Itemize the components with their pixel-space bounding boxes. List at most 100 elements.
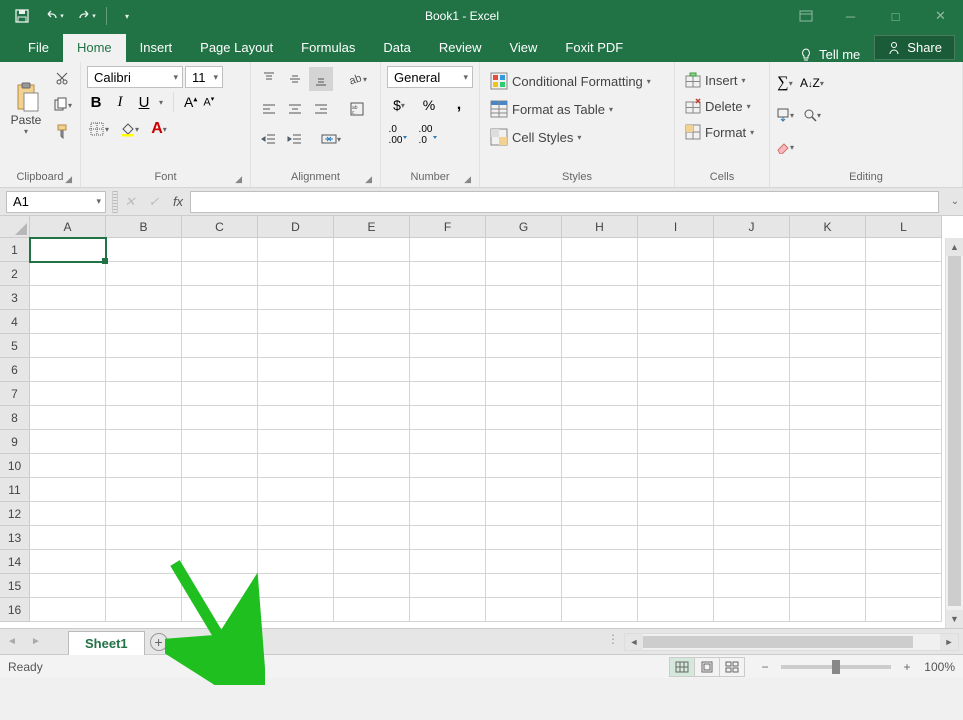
cell-I12[interactable] (638, 502, 714, 526)
cell-C11[interactable] (182, 478, 258, 502)
row-header-16[interactable]: 16 (0, 598, 30, 622)
cell-C16[interactable] (182, 598, 258, 622)
cell-H6[interactable] (562, 358, 638, 382)
cell-G16[interactable] (486, 598, 562, 622)
comma-format-button[interactable]: , (447, 93, 471, 117)
cell-A12[interactable] (30, 502, 106, 526)
delete-cells-button[interactable]: Delete▾ (681, 96, 763, 116)
decrease-decimal-button[interactable]: .00.0 (417, 123, 441, 147)
cell-F6[interactable] (410, 358, 486, 382)
column-header-L[interactable]: L (866, 216, 942, 238)
cell-F9[interactable] (410, 430, 486, 454)
clipboard-launcher[interactable]: ◢ (65, 171, 72, 187)
font-color-button[interactable]: A▾ (147, 117, 171, 141)
cell-L4[interactable] (866, 310, 942, 334)
cell-C10[interactable] (182, 454, 258, 478)
grow-font-button[interactable]: A▴ (184, 94, 197, 110)
vertical-scroll-thumb[interactable] (948, 256, 961, 606)
increase-decimal-button[interactable]: .0.00 (387, 123, 411, 147)
accounting-format-button[interactable]: $▾ (387, 93, 411, 117)
row-header-12[interactable]: 12 (0, 502, 30, 526)
clear-button[interactable]: ▾ (776, 135, 794, 159)
insert-cells-button[interactable]: Insert▾ (681, 70, 763, 90)
conditional-formatting-button[interactable]: Conditional Formatting▾ (486, 70, 668, 92)
cell-H16[interactable] (562, 598, 638, 622)
cell-F10[interactable] (410, 454, 486, 478)
cell-E13[interactable] (334, 526, 410, 550)
cell-G12[interactable] (486, 502, 562, 526)
number-launcher[interactable]: ◢ (464, 171, 471, 187)
cell-I6[interactable] (638, 358, 714, 382)
cell-D11[interactable] (258, 478, 334, 502)
tab-view[interactable]: View (495, 34, 551, 62)
column-header-H[interactable]: H (562, 216, 638, 238)
row-header-7[interactable]: 7 (0, 382, 30, 406)
sheet-nav-prev[interactable]: ◄ (0, 630, 24, 654)
cell-D13[interactable] (258, 526, 334, 550)
font-size-combo[interactable]: 11 (185, 66, 223, 88)
format-cells-button[interactable]: Format▾ (681, 122, 763, 142)
cell-K12[interactable] (790, 502, 866, 526)
scroll-down-button[interactable]: ▼ (946, 610, 963, 628)
row-header-9[interactable]: 9 (0, 430, 30, 454)
bold-button[interactable]: B (87, 94, 105, 111)
cell-L14[interactable] (866, 550, 942, 574)
copy-button[interactable]: ▾ (50, 93, 74, 117)
row-header-6[interactable]: 6 (0, 358, 30, 382)
format-as-table-button[interactable]: Format as Table▾ (486, 98, 668, 120)
tab-formulas[interactable]: Formulas (287, 34, 369, 62)
cell-D15[interactable] (258, 574, 334, 598)
cell-H2[interactable] (562, 262, 638, 286)
cell-E5[interactable] (334, 334, 410, 358)
cell-K10[interactable] (790, 454, 866, 478)
scroll-up-button[interactable]: ▲ (946, 238, 963, 256)
tab-file[interactable]: File (14, 34, 63, 62)
cell-I16[interactable] (638, 598, 714, 622)
cell-K11[interactable] (790, 478, 866, 502)
cell-E1[interactable] (334, 238, 410, 262)
borders-button[interactable]: ▾ (87, 117, 111, 141)
format-painter-button[interactable] (50, 119, 74, 143)
tell-me-search[interactable]: Tell me (785, 47, 874, 62)
close-button[interactable]: ✕ (918, 0, 963, 32)
cell-G13[interactable] (486, 526, 562, 550)
cell-A9[interactable] (30, 430, 106, 454)
cell-I3[interactable] (638, 286, 714, 310)
cell-L15[interactable] (866, 574, 942, 598)
row-header-8[interactable]: 8 (0, 406, 30, 430)
cell-L7[interactable] (866, 382, 942, 406)
row-header-13[interactable]: 13 (0, 526, 30, 550)
column-header-A[interactable]: A (30, 216, 106, 238)
cell-H1[interactable] (562, 238, 638, 262)
cell-D12[interactable] (258, 502, 334, 526)
cell-K15[interactable] (790, 574, 866, 598)
percent-format-button[interactable]: % (417, 93, 441, 117)
cell-G1[interactable] (486, 238, 562, 262)
cell-I2[interactable] (638, 262, 714, 286)
find-select-button[interactable]: ▾ (800, 103, 824, 127)
cell-J8[interactable] (714, 406, 790, 430)
column-header-D[interactable]: D (258, 216, 334, 238)
cell-E9[interactable] (334, 430, 410, 454)
cell-E15[interactable] (334, 574, 410, 598)
cell-C15[interactable] (182, 574, 258, 598)
cell-E6[interactable] (334, 358, 410, 382)
align-top-button[interactable] (257, 67, 281, 91)
page-break-view-button[interactable] (719, 657, 745, 677)
cell-E14[interactable] (334, 550, 410, 574)
formula-bar-expand[interactable]: ⌄ (947, 196, 963, 207)
cell-C6[interactable] (182, 358, 258, 382)
align-left-button[interactable] (257, 97, 281, 121)
cell-H8[interactable] (562, 406, 638, 430)
cell-K16[interactable] (790, 598, 866, 622)
cell-G4[interactable] (486, 310, 562, 334)
cell-E2[interactable] (334, 262, 410, 286)
cell-C5[interactable] (182, 334, 258, 358)
column-header-J[interactable]: J (714, 216, 790, 238)
cell-K7[interactable] (790, 382, 866, 406)
cell-E8[interactable] (334, 406, 410, 430)
cell-E4[interactable] (334, 310, 410, 334)
merge-center-button[interactable]: ▾ (319, 127, 343, 151)
cell-styles-button[interactable]: Cell Styles▾ (486, 126, 668, 148)
cell-I7[interactable] (638, 382, 714, 406)
